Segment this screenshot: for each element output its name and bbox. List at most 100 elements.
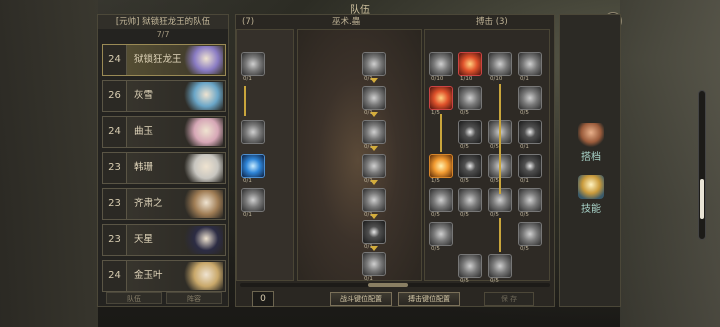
background-left-scene (0, 0, 98, 327)
arrow-down-icon (370, 214, 378, 219)
tab-skills[interactable]: 技能 (568, 175, 614, 215)
skill-level: 0/1 (520, 178, 529, 184)
skill-level: 0/5 (490, 144, 499, 150)
skill-node[interactable] (458, 120, 482, 144)
skill-level: 1/5 (431, 110, 440, 116)
hero-row[interactable]: 24 曲玉 (102, 116, 226, 148)
skill-node[interactable] (518, 120, 542, 144)
hero-name: 灰雪 (134, 90, 154, 101)
skill-node[interactable] (241, 52, 265, 76)
skill-link (244, 86, 246, 116)
skill-node[interactable] (362, 252, 386, 276)
tab-skills-label: 技能 (581, 204, 601, 215)
skill-level: 0/5 (460, 178, 469, 184)
skill-node[interactable] (241, 154, 265, 178)
skills-panel: (7) 巫术.蟲 搏击 (3) 0/1 0/1 0/1 0/1 0/1 0/1 … (235, 14, 555, 307)
arrow-down-icon (370, 146, 378, 151)
skill-node[interactable] (518, 222, 542, 246)
hero-row[interactable]: 23 韩珊 (102, 152, 226, 184)
skill-level: 0/1 (520, 76, 529, 82)
screen-scroll-indicator[interactable] (698, 90, 706, 240)
skill-points: 0 (252, 291, 274, 307)
skill-level: 0/10 (490, 76, 503, 82)
hero-name: 齐肃之 (134, 198, 163, 209)
tab-formation[interactable]: 阵容 (166, 292, 222, 304)
hero-level: 23 (103, 153, 127, 183)
combat-keybind-button[interactable]: 战斗键位配置 (330, 292, 392, 306)
scroll-thumb[interactable] (368, 283, 408, 287)
skill-level: 0/1 (364, 276, 373, 282)
skill-level: 0/5 (431, 246, 440, 252)
skill-node[interactable] (362, 86, 386, 110)
skill-level: 0/1 (243, 212, 252, 218)
skill-level: 0/5 (520, 110, 529, 116)
skill-node[interactable] (362, 220, 386, 244)
skill-level: 0/1 (243, 178, 252, 184)
skill-node[interactable] (429, 154, 453, 178)
tab-team[interactable]: 队伍 (106, 292, 162, 304)
hero-portrait (181, 46, 223, 74)
skill-level: 0/5 (490, 212, 499, 218)
skill-node[interactable] (429, 86, 453, 110)
skill-link (440, 114, 442, 152)
skill-node[interactable] (518, 188, 542, 212)
skill-node[interactable] (458, 52, 482, 76)
skill-level: 0/5 (460, 212, 469, 218)
arrow-down-icon (370, 246, 378, 251)
right-column-header: 搏击 (3) (476, 17, 508, 27)
skill-node[interactable] (518, 86, 542, 110)
skill-node[interactable] (458, 188, 482, 212)
skill-node[interactable] (362, 120, 386, 144)
hero-row[interactable]: 24 狱锁狂龙王 (102, 44, 226, 76)
tab-partner[interactable]: 搭档 (568, 123, 614, 163)
skill-node[interactable] (429, 52, 453, 76)
tab-partner-label: 搭档 (581, 152, 601, 163)
skill-node[interactable] (429, 188, 453, 212)
skill-node[interactable] (488, 254, 512, 278)
skill-level: 0/5 (520, 246, 529, 252)
skill-level: 0/5 (520, 212, 529, 218)
skill-column-left: 0/1 0/1 0/1 (236, 29, 294, 281)
skill-column-melee: 0/10 1/10 0/10 0/1 1/5 0/5 0/5 0/5 0/5 0… (424, 29, 550, 284)
arrow-down-icon (370, 112, 378, 117)
hero-row[interactable]: 26 灰雪 (102, 80, 226, 112)
skill-node[interactable] (362, 52, 386, 76)
hero-level: 23 (103, 225, 127, 255)
hero-portrait (181, 118, 223, 146)
skillbook-icon (578, 175, 604, 199)
skill-node[interactable] (518, 52, 542, 76)
skill-node[interactable] (458, 154, 482, 178)
hero-level: 24 (103, 261, 127, 291)
hero-name: 曲玉 (134, 126, 154, 137)
hero-name: 天星 (134, 234, 154, 245)
hero-row[interactable]: 23 天星 (102, 224, 226, 256)
save-button[interactable]: 保 存 (484, 292, 534, 306)
arm-icon (578, 123, 604, 147)
skill-node[interactable] (458, 254, 482, 278)
skill-level: 1/10 (460, 76, 473, 82)
skill-tree-scrollbar[interactable] (240, 283, 550, 287)
melee-keybind-button[interactable]: 搏击键位配置 (398, 292, 460, 306)
skill-node[interactable] (429, 222, 453, 246)
skill-level: 0/1 (243, 76, 252, 82)
hero-portrait (181, 82, 223, 110)
side-tab-panel: 搭档 技能 (559, 14, 621, 307)
skill-node[interactable] (241, 120, 265, 144)
arrow-down-icon (370, 78, 378, 83)
scroll-indicator-thumb[interactable] (700, 179, 704, 219)
skill-node[interactable] (518, 154, 542, 178)
skill-node[interactable] (458, 86, 482, 110)
hero-row[interactable]: 23 齐肃之 (102, 188, 226, 220)
hero-level: 24 (103, 117, 127, 147)
skill-node[interactable] (362, 154, 386, 178)
hero-level: 26 (103, 81, 127, 111)
skill-level: 0/5 (460, 110, 469, 116)
team-tabs: 队伍 阵容 (102, 292, 226, 304)
skill-node[interactable] (488, 52, 512, 76)
arrow-down-icon (370, 180, 378, 185)
hero-portrait (181, 154, 223, 182)
hero-row[interactable]: 24 金玉叶 (102, 260, 226, 292)
skill-node[interactable] (241, 188, 265, 212)
skill-node[interactable] (362, 188, 386, 212)
skill-level: 0/5 (431, 212, 440, 218)
